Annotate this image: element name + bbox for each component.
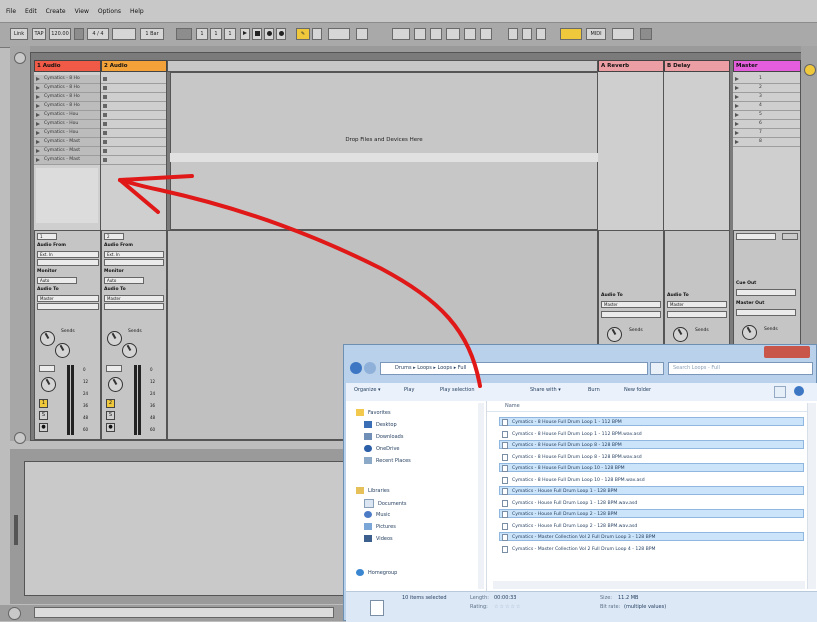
arrow-head-upper — [118, 174, 194, 182]
arrow-shaft — [118, 178, 482, 388]
annotation-arrow — [118, 174, 482, 388]
